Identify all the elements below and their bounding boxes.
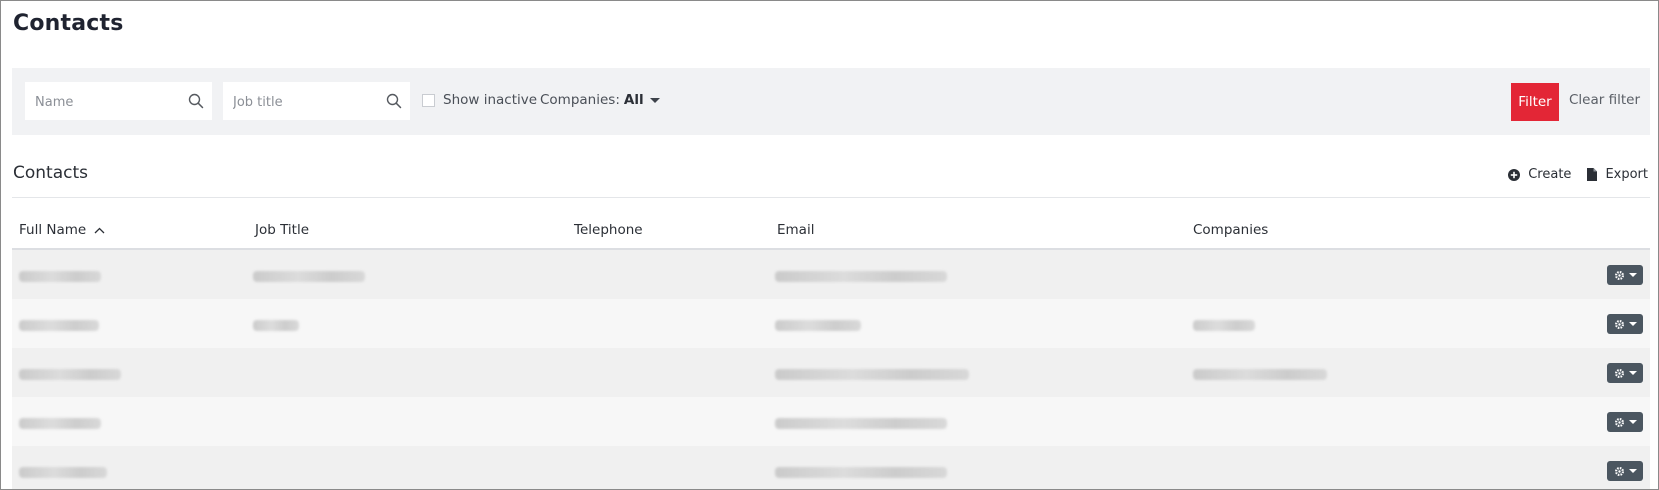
cell-companies: [1193, 365, 1327, 380]
create-label: Create: [1528, 167, 1572, 182]
row-actions-button[interactable]: [1607, 412, 1643, 432]
row-actions-button[interactable]: [1607, 314, 1643, 334]
divider: [12, 197, 1650, 198]
sort-ascending-icon: [94, 227, 105, 233]
row-actions-button[interactable]: [1607, 363, 1643, 383]
companies-dropdown[interactable]: Companies: All: [540, 92, 660, 108]
show-inactive-label: Show inactive: [443, 92, 538, 108]
plus-circle-icon: [1508, 168, 1521, 181]
caret-down-icon: [1628, 469, 1637, 473]
gear-icon: [1614, 417, 1624, 427]
table-row[interactable]: [12, 250, 1650, 299]
export-button[interactable]: Export: [1587, 167, 1648, 182]
cell-companies: [1193, 316, 1255, 331]
table-row[interactable]: [12, 299, 1650, 348]
row-actions-button[interactable]: [1607, 265, 1643, 285]
export-label: Export: [1605, 167, 1648, 182]
cell-email: [775, 414, 947, 429]
table-row[interactable]: [12, 446, 1650, 489]
caret-down-icon: [1628, 322, 1637, 326]
cell-full-name: [19, 316, 99, 331]
clear-filter-link[interactable]: Clear filter: [1569, 92, 1640, 108]
companies-value: All: [623, 92, 644, 108]
cell-job-title: [253, 316, 299, 331]
contacts-page: Contacts Show inactive Companies: All Fi…: [0, 0, 1659, 490]
cell-email: [775, 365, 969, 380]
companies-label: Companies:: [540, 92, 620, 108]
show-inactive-toggle[interactable]: Show inactive: [422, 92, 537, 108]
gear-icon: [1614, 319, 1624, 329]
column-header-job-title[interactable]: Job Title: [255, 222, 309, 238]
gear-icon: [1614, 270, 1624, 280]
cell-email: [775, 463, 947, 478]
search-icon[interactable]: [188, 93, 204, 109]
caret-down-icon: [649, 97, 660, 103]
column-header-full-name[interactable]: Full Name: [19, 222, 105, 238]
column-header-telephone[interactable]: Telephone: [574, 222, 643, 238]
table-header: Full Name Job Title Telephone Email Comp…: [12, 214, 1650, 250]
name-search-input[interactable]: [33, 82, 187, 122]
caret-down-icon: [1628, 273, 1637, 277]
show-inactive-checkbox[interactable]: [422, 93, 435, 107]
column-header-companies[interactable]: Companies: [1193, 222, 1268, 238]
cell-full-name: [19, 365, 121, 380]
table-row[interactable]: [12, 397, 1650, 446]
file-icon: [1587, 168, 1598, 181]
cell-full-name: [19, 267, 101, 282]
cell-email: [775, 267, 947, 282]
row-actions-button[interactable]: [1607, 461, 1643, 481]
job-title-search-input[interactable]: [231, 82, 385, 122]
section-title: Contacts: [13, 163, 88, 183]
cell-full-name: [19, 414, 101, 429]
column-header-email[interactable]: Email: [777, 222, 814, 238]
filter-bar: Show inactive Companies: All Filter Clea…: [12, 68, 1650, 135]
section-actions: Create Export: [1492, 167, 1648, 182]
search-icon[interactable]: [386, 93, 402, 109]
page-title: Contacts: [13, 11, 124, 36]
table-row[interactable]: [12, 348, 1650, 397]
caret-down-icon: [1628, 371, 1637, 375]
job-title-search-field: [223, 82, 410, 122]
gear-icon: [1614, 466, 1624, 476]
create-button[interactable]: Create: [1508, 167, 1571, 182]
name-search-field: [25, 82, 212, 122]
cell-email: [775, 316, 861, 331]
filter-button[interactable]: Filter: [1511, 83, 1559, 121]
gear-icon: [1614, 368, 1624, 378]
contacts-table: Full Name Job Title Telephone Email Comp…: [12, 214, 1650, 489]
caret-down-icon: [1628, 420, 1637, 424]
cell-full-name: [19, 463, 107, 478]
cell-job-title: [253, 267, 365, 282]
